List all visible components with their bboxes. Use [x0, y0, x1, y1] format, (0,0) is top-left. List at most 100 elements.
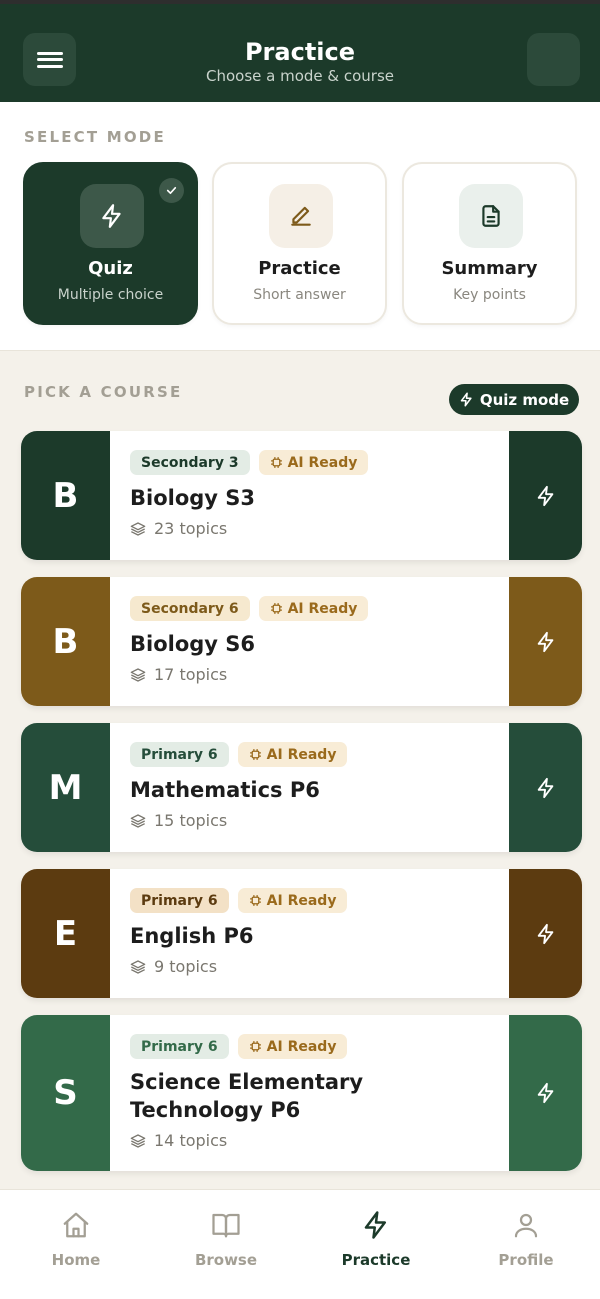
layers-icon [130, 667, 146, 682]
quiz-mode-chip-label: Quiz mode [479, 390, 570, 409]
lightning-icon [364, 1211, 386, 1239]
pencil-icon [291, 206, 311, 226]
start-quiz-button[interactable] [509, 577, 582, 706]
app-header: Practice Choose a mode & course [0, 4, 600, 102]
course-card-biology-s6[interactable]: B Secondary 6 AI Ready Biology S6 17 top… [21, 577, 582, 706]
lightning-icon [537, 923, 553, 944]
mode-title: Summary [441, 258, 538, 279]
mode-card-summary[interactable]: Summary Key points [402, 162, 577, 325]
course-letter-badge: S [21, 1015, 110, 1171]
topics-count: 23 topics [154, 519, 228, 538]
course-topics: 23 topics [130, 519, 492, 538]
course-name: Mathematics P6 [130, 778, 320, 802]
nav-label: Home [51, 1251, 101, 1269]
course-topics: 15 topics [130, 811, 492, 830]
home-icon [63, 1212, 89, 1238]
course-info: Primary 6 AI Ready Science Elementary Te… [130, 1034, 492, 1150]
course-name: Biology S6 [130, 632, 256, 656]
course-topics: 9 topics [130, 957, 492, 976]
lightning-icon [537, 777, 553, 798]
lightning-icon [460, 392, 472, 407]
nav-label: Browse [194, 1251, 258, 1269]
start-quiz-button[interactable] [509, 869, 582, 998]
nav-item-practice[interactable]: Practice [316, 1208, 436, 1269]
mode-section: SELECT MODE Quiz Multiple choice Practic… [0, 102, 600, 351]
lightning-icon [537, 631, 553, 652]
layers-icon [130, 959, 146, 974]
course-letter-badge: E [21, 869, 110, 998]
ai-ready-label: AI Ready [287, 454, 358, 471]
mode-subtitle: Short answer [253, 287, 346, 303]
chip-icon [270, 457, 282, 468]
level-tag: Secondary 3 [130, 450, 250, 475]
mode-subtitle: Key points [453, 287, 526, 303]
course-card-biology-s3[interactable]: B Secondary 3 AI Ready Biology S3 23 top… [21, 431, 582, 560]
course-card-science-p6[interactable]: S Primary 6 AI Ready Science Elementary … [21, 1015, 582, 1171]
course-info: Primary 6 AI Ready English P6 9 topics [130, 888, 492, 976]
level-tag: Primary 6 [130, 742, 229, 767]
ai-ready-label: AI Ready [266, 746, 337, 763]
course-topics: 17 topics [130, 665, 492, 684]
mode-title: Practice [258, 258, 341, 279]
course-topics: 14 topics [130, 1131, 492, 1150]
nav-item-browse[interactable]: Browse [166, 1208, 286, 1269]
lightning-icon [537, 1082, 553, 1104]
page-subtitle: Choose a mode & course [205, 67, 395, 85]
topics-count: 14 topics [154, 1131, 228, 1150]
level-tag: Primary 6 [130, 888, 229, 913]
topics-count: 17 topics [154, 665, 228, 684]
course-card-mathematics-p6[interactable]: M Primary 6 AI Ready Mathematics P6 15 t… [21, 723, 582, 852]
quiz-mode-chip[interactable]: Quiz mode [449, 384, 579, 415]
practice-icon-box [269, 184, 333, 248]
topics-count: 9 topics [154, 957, 218, 976]
layers-icon [130, 1133, 146, 1148]
document-icon [482, 205, 500, 227]
start-quiz-button[interactable] [509, 1015, 582, 1171]
chip-icon [249, 895, 261, 906]
ai-ready-tag: AI Ready [237, 888, 348, 913]
lightning-icon [537, 485, 553, 506]
start-quiz-button[interactable] [509, 431, 582, 560]
select-mode-label: SELECT MODE [24, 128, 166, 146]
course-name: Science Elementary Technology P6 [130, 1070, 364, 1122]
quiz-icon-box [80, 184, 144, 248]
course-name: Biology S3 [130, 486, 256, 510]
course-letter-badge: B [21, 431, 110, 560]
layers-icon [130, 521, 146, 536]
chip-icon [270, 603, 282, 614]
course-info: Secondary 3 AI Ready Biology S3 23 topic… [130, 450, 492, 538]
mode-title: Quiz [88, 258, 133, 279]
start-quiz-button[interactable] [509, 723, 582, 852]
summary-icon-box [459, 184, 523, 248]
level-tag: Primary 6 [130, 1034, 229, 1059]
person-icon [514, 1213, 538, 1238]
course-name: English P6 [130, 924, 254, 948]
nav-label: Profile [498, 1251, 554, 1269]
ai-ready-label: AI Ready [266, 1038, 337, 1055]
nav-item-home[interactable]: Home [16, 1208, 136, 1269]
chip-icon [249, 749, 261, 760]
pick-course-label: PICK A COURSE [24, 383, 183, 401]
course-letter-badge: M [21, 723, 110, 852]
level-tag: Secondary 6 [130, 596, 250, 621]
course-card-english-p6[interactable]: E Primary 6 AI Ready English P6 9 topics [21, 869, 582, 998]
ai-ready-label: AI Ready [287, 600, 358, 617]
ai-ready-tag: AI Ready [237, 742, 348, 767]
chip-icon [249, 1041, 261, 1052]
mode-subtitle: Multiple choice [57, 287, 164, 303]
mode-card-practice[interactable]: Practice Short answer [212, 162, 387, 325]
course-info: Secondary 6 AI Ready Biology S6 17 topic… [130, 596, 492, 684]
ai-ready-label: AI Ready [266, 892, 337, 909]
nav-item-profile[interactable]: Profile [466, 1208, 586, 1269]
mode-card-quiz[interactable]: Quiz Multiple choice [23, 162, 198, 325]
ai-ready-tag: AI Ready [258, 450, 369, 475]
page-title: Practice [244, 38, 356, 66]
course-letter-badge: B [21, 577, 110, 706]
bottom-nav: Home Browse Practice Profile [0, 1189, 600, 1299]
topics-count: 15 topics [154, 811, 228, 830]
ai-ready-tag: AI Ready [258, 596, 369, 621]
header-action-button[interactable] [527, 33, 580, 86]
course-info: Primary 6 AI Ready Mathematics P6 15 top… [130, 742, 492, 830]
layers-icon [130, 813, 146, 828]
lightning-icon [102, 204, 121, 228]
